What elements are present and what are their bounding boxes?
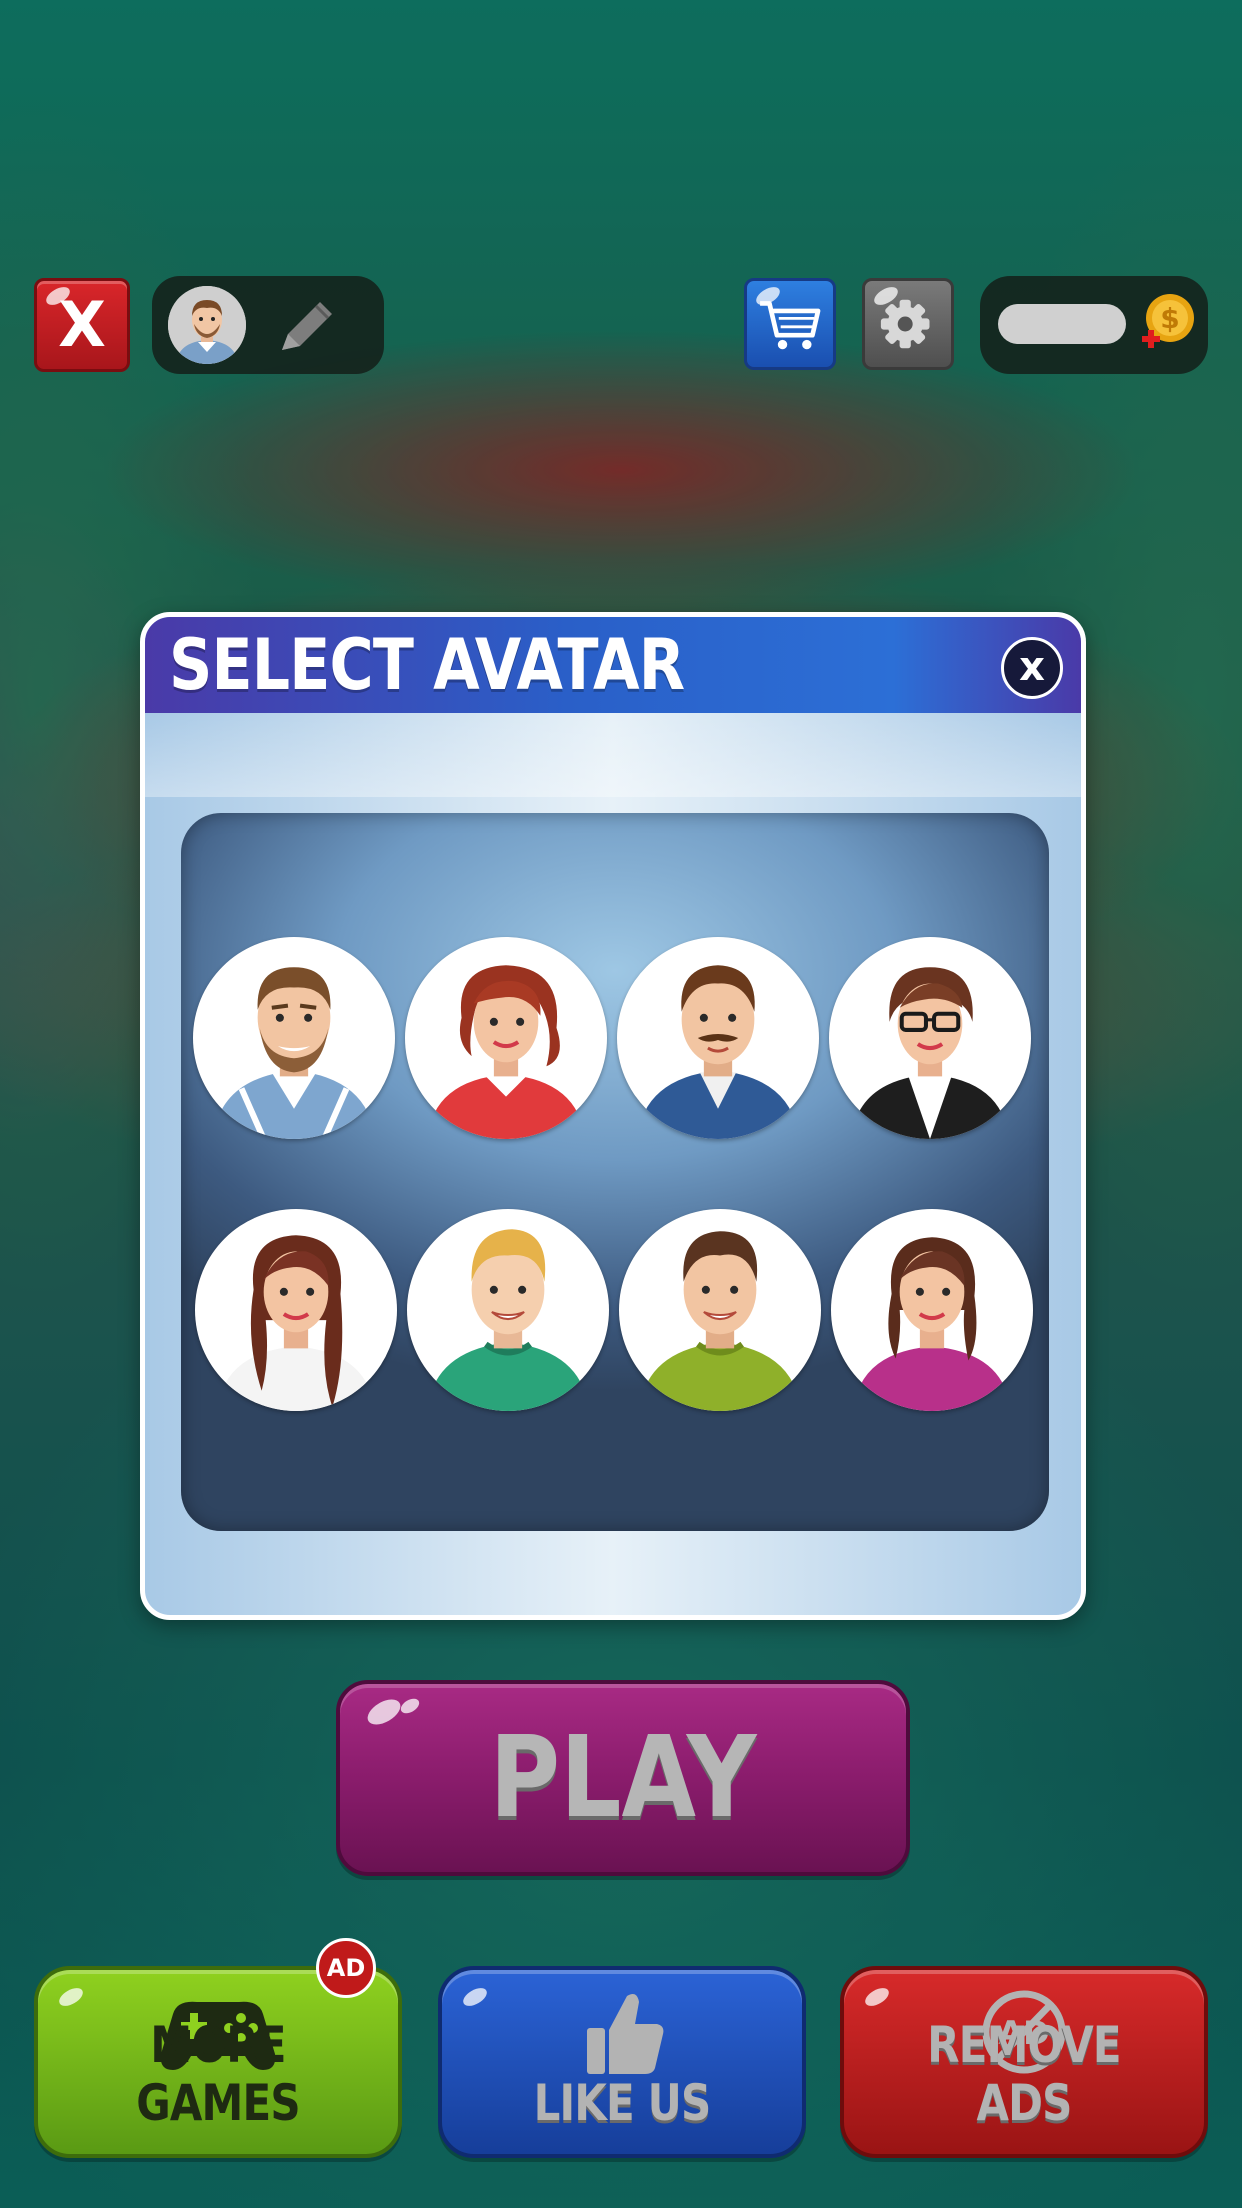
avatar-option-glasses-woman[interactable]: [829, 937, 1031, 1139]
avatar-option-brunette-woman[interactable]: [831, 1209, 1033, 1411]
like-us-button[interactable]: LIKE US: [438, 1966, 806, 2158]
gloss-highlight: [56, 1984, 86, 2010]
avatar-option-dark-hair-man[interactable]: [619, 1209, 821, 1411]
close-button[interactable]: x: [1001, 637, 1063, 699]
profile-avatar[interactable]: [168, 286, 246, 364]
avatar-option-blond-man[interactable]: [407, 1209, 609, 1411]
settings-button[interactable]: [862, 278, 954, 370]
like-us-label: LIKE US: [533, 2074, 712, 2132]
more-games-label: MORE GAMES: [136, 2016, 300, 2132]
play-label: PLAY: [489, 1713, 757, 1843]
avatar-option-long-hair-woman[interactable]: [195, 1209, 397, 1411]
select-avatar-dialog: SELECT AVATAR x: [140, 612, 1086, 1620]
avatar-glasses-woman-icon: [851, 967, 1009, 1139]
pencil-icon[interactable]: [274, 294, 340, 356]
avatar-brunette-woman-icon: [853, 1237, 1011, 1411]
avatar-option-bearded-man[interactable]: [193, 937, 395, 1139]
avatar-long-hair-woman-icon: [217, 1235, 375, 1411]
dialog-band: [145, 713, 1081, 797]
avatar-bearded-man-icon: [213, 967, 375, 1139]
svg-text:$: $: [1160, 302, 1179, 335]
exit-button[interactable]: X: [34, 278, 130, 372]
avatar-red-hair-woman-icon: [427, 965, 585, 1139]
avatar-man-icon: [168, 286, 246, 364]
gloss-highlight: [460, 1984, 490, 2010]
dialog-title: SELECT AVATAR: [169, 624, 685, 706]
remove-ads-button[interactable]: AD REMOVE ADS: [840, 1966, 1208, 2158]
avatar-grid: [181, 813, 1049, 1531]
close-icon: x: [1019, 644, 1045, 690]
ad-badge: AD: [316, 1938, 376, 1998]
shop-button[interactable]: [744, 278, 836, 370]
coin-balance-bar: [998, 304, 1126, 344]
avatar-mustache-man-icon: [637, 965, 799, 1139]
dialog-header: SELECT AVATAR x: [145, 617, 1081, 713]
avatar-option-red-hair-woman[interactable]: [405, 937, 607, 1139]
thumbs-up-icon: [587, 1994, 664, 2074]
avatar-option-mustache-man[interactable]: [617, 937, 819, 1139]
profile-panel[interactable]: [152, 276, 384, 374]
coin-plus-icon[interactable]: $: [1140, 292, 1196, 354]
play-button[interactable]: PLAY: [336, 1680, 910, 1876]
avatar-blond-man-icon: [427, 1229, 589, 1411]
gloss-highlight: [862, 1984, 892, 2010]
avatar-dark-hair-man-icon: [639, 1231, 801, 1411]
coin-balance-panel[interactable]: $: [980, 276, 1208, 374]
remove-ads-label: REMOVE ADS: [927, 2016, 1121, 2132]
